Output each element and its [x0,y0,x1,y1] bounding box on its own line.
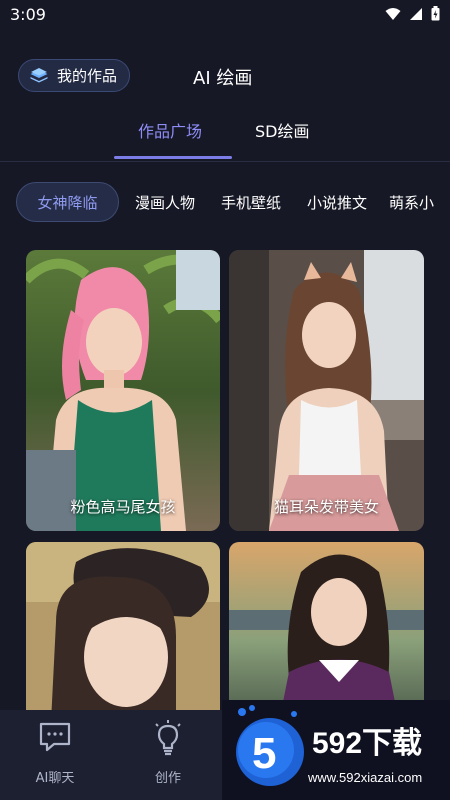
watermark-emblem: 5 [236,705,304,786]
layers-icon [30,67,48,82]
artwork-image [229,250,424,531]
my-works-label: 我的作品 [57,67,118,85]
wifi-icon [385,7,401,20]
top-tabs: 作品广场 SD绘画 [0,110,450,162]
header: 我的作品 AI 绘画 [0,52,450,98]
tab-sd-drawing[interactable]: SD绘画 [255,118,309,142]
gallery-card[interactable] [229,542,424,722]
card-caption: 猫耳朵发带美女 [273,498,379,516]
artwork-image [26,250,220,531]
category-comic-characters[interactable]: 漫画人物 [135,192,195,213]
category-phone-wallpaper[interactable]: 手机壁纸 [221,192,281,213]
divider [0,161,450,162]
category-novel-promo[interactable]: 小说推文 [307,192,367,213]
artwork-image [26,542,220,722]
gallery-card[interactable]: 粉色高马尾女孩 [26,250,220,531]
lightbulb-icon [155,720,181,756]
artwork-image [229,542,424,722]
my-works-button[interactable]: 我的作品 [18,59,131,92]
gallery-card[interactable] [26,542,220,722]
category-goddess[interactable]: 女神降临 [16,182,119,222]
watermark-brand: 592下载 [312,727,423,760]
gallery-card[interactable]: 猫耳朵发带美女 [229,250,424,531]
page-title: AI 绘画 [193,68,253,89]
svg-text:5: 5 [252,729,276,778]
category-cute[interactable]: 萌系小 [389,192,434,213]
tab-works-plaza[interactable]: 作品广场 [138,118,202,142]
battery-icon [431,6,440,21]
status-time: 3:09 [10,5,46,24]
status-bar: 3:09 [0,0,450,30]
nav-label: AI聊天 [35,771,75,786]
card-caption: 粉色高马尾女孩 [70,498,176,516]
watermark-logo: 5 592下载 www.592xiazai.com [222,700,450,800]
tab-active-indicator [114,156,232,159]
status-icons [385,6,440,21]
watermark-url: www.592xiazai.com [308,770,423,785]
nav-create[interactable]: 创作 [113,710,223,800]
chat-bubble-icon [39,722,71,752]
nav-label: 创作 [154,771,181,786]
nav-ai-chat[interactable]: AI聊天 [0,710,110,800]
signal-icon [410,7,422,20]
category-bar: 女神降临 漫画人物 手机壁纸 小说推文 萌系小 [0,180,450,224]
